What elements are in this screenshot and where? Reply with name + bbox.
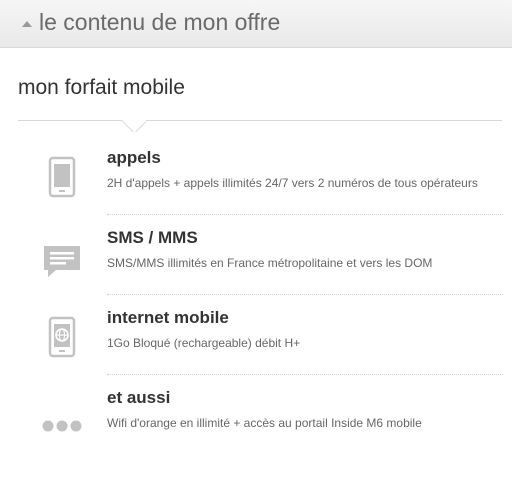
list-item-appels: appels 2H d'appels + appels illimités 24… <box>0 144 512 224</box>
list-item-sms-mms: SMS / MMS SMS/MMS illimités en France mé… <box>0 224 512 304</box>
item-label: appels <box>107 148 161 167</box>
section-divider-notch <box>122 120 146 132</box>
message-icon <box>40 236 84 280</box>
item-label: et aussi <box>107 388 171 407</box>
phone-icon <box>40 156 84 200</box>
mobile-internet-icon <box>40 316 84 360</box>
list-item-et-aussi: et aussi Wifi d'orange en illimité + acc… <box>0 384 512 464</box>
item-divider <box>107 294 503 295</box>
item-divider <box>107 214 503 215</box>
more-dots-icon <box>40 396 84 440</box>
item-description: 1Go Bloqué (rechargeable) débit H+ <box>107 336 301 350</box>
triangle-up-icon[interactable] <box>22 21 32 27</box>
item-label: internet mobile <box>107 308 229 327</box>
section-title: mon forfait mobile <box>18 76 185 99</box>
item-description: 2H d'appels + appels illimités 24/7 vers… <box>107 176 478 190</box>
section-divider <box>18 120 502 121</box>
offer-content-header[interactable]: le contenu de mon offre <box>0 0 512 48</box>
item-divider <box>107 374 503 375</box>
list-item-internet-mobile: internet mobile 1Go Bloqué (rechargeable… <box>0 304 512 384</box>
header-title: le contenu de mon offre <box>39 9 281 35</box>
item-label: SMS / MMS <box>107 228 198 247</box>
item-description: Wifi d'orange en illimité + accès au por… <box>107 416 422 430</box>
item-description: SMS/MMS illimités en France métropolitai… <box>107 256 433 270</box>
